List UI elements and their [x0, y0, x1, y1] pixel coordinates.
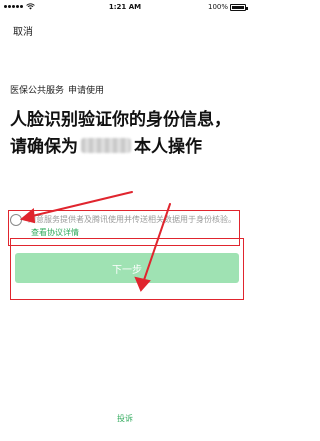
blurred-name-redaction: [81, 138, 131, 153]
consent-text: 同意服务提供者及腾讯使用并传送相关数据用于身份核验。查看协议详情: [28, 213, 236, 239]
page-title: 人脸识别验证你的身份信息，请确保为 本人操作: [10, 107, 242, 161]
battery-icon: [230, 3, 248, 11]
service-action: 申请使用: [68, 86, 105, 96]
cancel-button[interactable]: 取消: [13, 23, 33, 38]
consent-statement: 同意服务提供者及腾讯使用并传送相关数据用于身份核验。: [28, 215, 236, 224]
battery-level-fill: [232, 5, 244, 9]
title-text-after-name: 本人操作: [134, 137, 202, 157]
complaint-link[interactable]: 投诉: [0, 413, 250, 424]
service-line: 医保公共服务 申请使用: [10, 83, 104, 96]
status-right: 100%: [207, 3, 248, 11]
consent-checkbox[interactable]: [10, 214, 22, 226]
status-bar: 1:21 AM 100%: [0, 0, 250, 14]
service-name: 医保公共服务: [10, 86, 65, 96]
next-step-button[interactable]: 下一步: [15, 253, 239, 283]
battery-percent: 100%: [207, 3, 228, 11]
agreement-details-link[interactable]: 查看协议详情: [31, 228, 79, 237]
